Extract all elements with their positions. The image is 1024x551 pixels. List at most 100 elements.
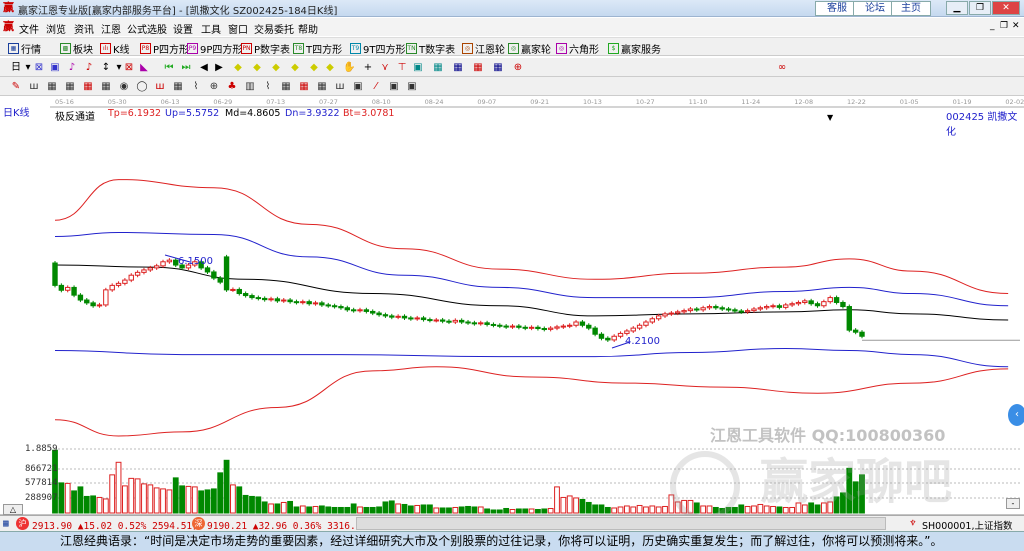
draw-tool-icon[interactable]: ш bbox=[154, 81, 166, 93]
draw-tool-icon[interactable]: ⊕ bbox=[208, 81, 220, 93]
toolbar-button-4[interactable]: P9 9P四方形 bbox=[187, 41, 242, 56]
toolbar-button-1[interactable]: ▩ 板块 bbox=[60, 41, 93, 56]
horizontal-scrollbar[interactable] bbox=[356, 517, 886, 530]
menu-8[interactable]: 交易委托 bbox=[254, 21, 294, 36]
tool-icon[interactable]: ▦ bbox=[472, 62, 484, 74]
draw-tool-icon[interactable]: ⌇ bbox=[190, 81, 202, 93]
tool-icon[interactable]: ⊤ bbox=[396, 62, 408, 74]
candle-body bbox=[643, 321, 649, 326]
toolbar-button-5[interactable]: PN P数字表 bbox=[241, 41, 290, 56]
tool-icon[interactable]: ♪ bbox=[66, 62, 78, 74]
draw-tool-icon[interactable]: ▦ bbox=[298, 81, 310, 93]
toolbar-button-9[interactable]: ◎ 江恩轮 bbox=[462, 41, 505, 56]
tool-icon[interactable]: ⊕ bbox=[512, 62, 524, 74]
toolbar-button-3[interactable]: P8 P四方形 bbox=[140, 41, 189, 56]
menu-6[interactable]: 工具 bbox=[201, 21, 221, 36]
draw-tool-icon[interactable]: ▣ bbox=[352, 81, 364, 93]
tool-icon[interactable]: + bbox=[362, 62, 374, 74]
draw-tool-icon[interactable]: ◉ bbox=[118, 81, 130, 93]
menu-2[interactable]: 资讯 bbox=[74, 21, 94, 36]
toolbar-button-10[interactable]: ◎ 赢家轮 bbox=[508, 41, 551, 56]
tool-icon[interactable]: 日 bbox=[10, 62, 22, 74]
tool-icon[interactable]: ⋎ bbox=[379, 62, 391, 74]
minimize-button[interactable]: ▁ bbox=[946, 1, 968, 15]
volume-bar bbox=[236, 486, 243, 514]
menu-3[interactable]: 江恩 bbox=[101, 21, 121, 36]
draw-tool-icon[interactable]: ▦ bbox=[64, 81, 76, 93]
draw-tool-icon[interactable]: ▦ bbox=[82, 81, 94, 93]
draw-tool-icon[interactable]: ⌇ bbox=[262, 81, 274, 93]
toolbar-button-6[interactable]: T8 T四方形 bbox=[293, 41, 342, 56]
draw-tool-icon[interactable]: ▦ bbox=[316, 81, 328, 93]
restore-button[interactable]: ❐ bbox=[969, 1, 991, 15]
mdi-minimize-button[interactable]: _ bbox=[990, 21, 995, 31]
candle-body bbox=[77, 294, 84, 301]
tool-icon[interactable]: ✋ bbox=[343, 62, 355, 74]
tool-icon[interactable]: ▣ bbox=[412, 62, 424, 74]
tool-icon[interactable]: ◆ bbox=[251, 62, 263, 74]
tool-icon[interactable]: ▦ bbox=[432, 62, 444, 74]
toolbar-button-2[interactable]: ılı K线 bbox=[100, 41, 130, 56]
toolbar-label: 行情 bbox=[21, 45, 41, 56]
tool-icon[interactable]: ◀ bbox=[198, 62, 210, 74]
tool-icon[interactable]: ♪ bbox=[83, 62, 95, 74]
menu-4[interactable]: 公式选股 bbox=[127, 21, 167, 36]
draw-tool-icon[interactable]: ▦ bbox=[280, 81, 292, 93]
draw-tool-icon[interactable]: ▣ bbox=[406, 81, 418, 93]
tool-icon[interactable]: ∞ bbox=[776, 62, 788, 74]
tool-icon[interactable]: ▣ bbox=[49, 62, 61, 74]
dropdown-arrow-icon[interactable]: ▼ bbox=[827, 113, 833, 122]
draw-tool-icon[interactable]: ▦ bbox=[46, 81, 58, 93]
menu-7[interactable]: 窗口 bbox=[228, 21, 248, 36]
tool-icon[interactable]: ⏮ bbox=[163, 62, 175, 74]
menu-1[interactable]: 浏览 bbox=[46, 21, 66, 36]
draw-tool-icon[interactable]: ш bbox=[28, 81, 40, 93]
candle-body bbox=[611, 335, 617, 341]
tool-icon[interactable]: ◆ bbox=[232, 62, 244, 74]
tool-icon[interactable]: ▶ bbox=[213, 62, 225, 74]
candle-body bbox=[694, 308, 700, 311]
toolbar-button-7[interactable]: T9 9T四方形 bbox=[350, 41, 405, 56]
zoom-out-button[interactable]: - bbox=[1006, 498, 1020, 509]
toolbar-label: T四方形 bbox=[306, 45, 343, 56]
draw-tool-icon[interactable]: ⁄ bbox=[370, 81, 382, 93]
tool-icon[interactable]: ▦ bbox=[492, 62, 504, 74]
volume-bar bbox=[744, 505, 751, 514]
mdi-close-button[interactable]: ✕ bbox=[1012, 21, 1020, 31]
homepage-link[interactable]: 主页 bbox=[891, 1, 931, 16]
tool-icon[interactable]: ◆ bbox=[324, 62, 336, 74]
calculator-icon[interactable]: ▦ bbox=[3, 518, 9, 529]
tool-icon[interactable]: ↕ bbox=[100, 62, 112, 74]
tool-icon[interactable]: ▦ bbox=[452, 62, 464, 74]
current-index[interactable]: SH000001,上证指数 bbox=[922, 518, 1012, 532]
kline-chart[interactable]: 05-16 05-30 06-13 06-29 07-13 07-27 08-10 08-24… bbox=[0, 96, 1024, 521]
candle-body bbox=[840, 301, 846, 308]
side-expand-button[interactable]: ‹ bbox=[1008, 404, 1024, 426]
tool-icon[interactable]: ⏭ bbox=[180, 62, 192, 74]
toolbar-button-11[interactable]: ◎ 六角形 bbox=[556, 41, 599, 56]
draw-tool-icon[interactable]: ◯ bbox=[136, 81, 148, 93]
collapse-panel-button[interactable]: △ bbox=[3, 504, 23, 515]
draw-tool-icon[interactable]: ♣ bbox=[226, 81, 238, 93]
tool-icon[interactable]: ◆ bbox=[270, 62, 282, 74]
draw-tool-icon[interactable]: ▣ bbox=[388, 81, 400, 93]
draw-tool-icon[interactable]: ш bbox=[334, 81, 346, 93]
draw-tool-icon[interactable]: ▦ bbox=[100, 81, 112, 93]
draw-tool-icon[interactable]: ▦ bbox=[172, 81, 184, 93]
tool-icon[interactable]: ◆ bbox=[289, 62, 301, 74]
close-button[interactable]: ✕ bbox=[992, 1, 1020, 15]
volume-bar bbox=[611, 507, 618, 514]
menu-5[interactable]: 设置 bbox=[173, 21, 193, 36]
mdi-restore-button[interactable]: ❐ bbox=[1000, 21, 1008, 31]
tool-icon[interactable]: ⊠ bbox=[123, 62, 135, 74]
draw-tool-icon[interactable]: ▥ bbox=[244, 81, 256, 93]
toolbar-button-8[interactable]: TN T数字表 bbox=[406, 41, 455, 56]
tool-icon[interactable]: ◣ bbox=[138, 62, 150, 74]
toolbar-button-12[interactable]: $ 赢家服务 bbox=[608, 41, 661, 56]
menu-9[interactable]: 帮助 bbox=[298, 21, 318, 36]
tool-icon[interactable]: ◆ bbox=[308, 62, 320, 74]
toolbar-button-0[interactable]: ▦ 行情 bbox=[8, 41, 41, 56]
draw-tool-icon[interactable]: ✎ bbox=[10, 81, 22, 93]
menu-0[interactable]: 文件 bbox=[19, 21, 39, 36]
tool-icon[interactable]: ⊠ bbox=[33, 62, 45, 74]
